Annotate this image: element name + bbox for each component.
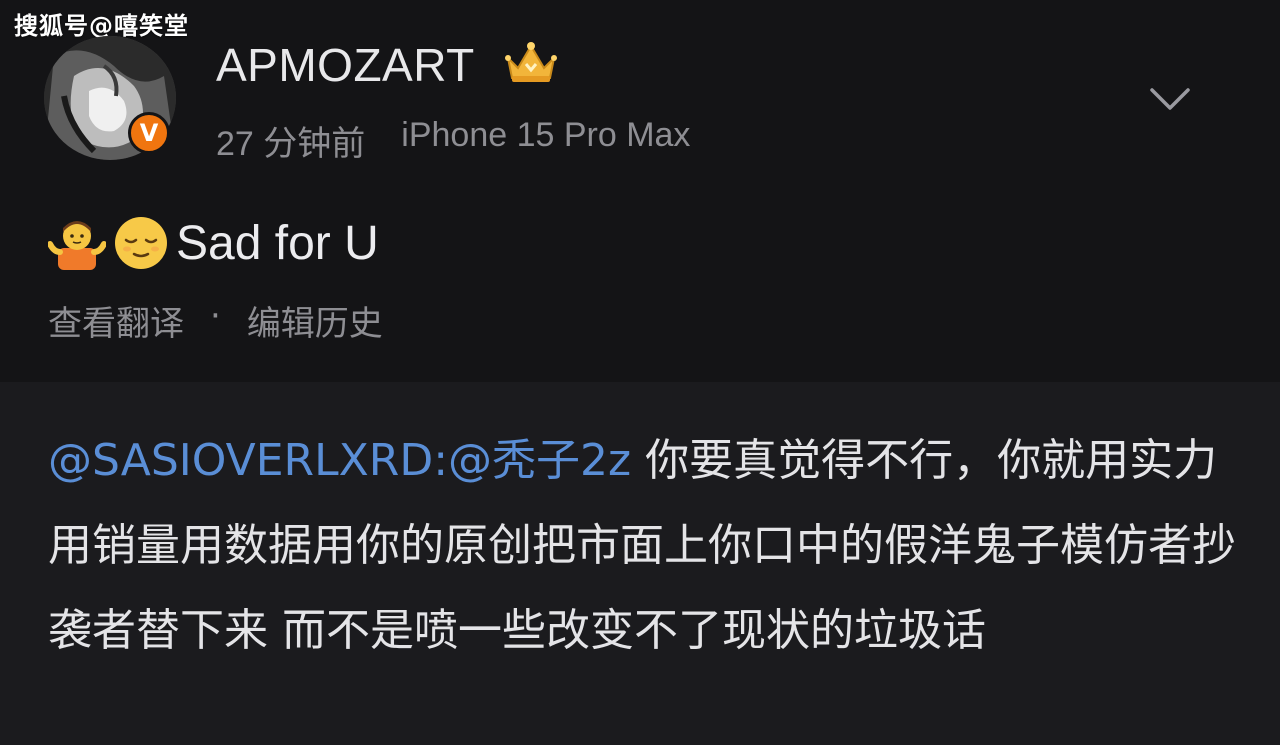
chevron-down-icon[interactable] [1146,82,1194,118]
translate-link[interactable]: 查看翻译 [48,296,184,345]
post-device: iPhone 15 Pro Max [401,116,691,154]
mention-link-sasioverlxrd[interactable]: @SASIOVERLXRD [48,435,433,486]
post-content: Sad for U [48,214,379,272]
relieved-face-emoji [112,214,170,272]
post-actions: 查看翻译 · 编辑历史 [48,296,383,345]
crown-badge-icon [505,42,557,82]
edit-history-link[interactable]: 编辑历史 [247,296,383,345]
username[interactable]: APMOZART [216,38,475,92]
person-shrugging-emoji [48,214,106,272]
post-meta: 27 分钟前 iPhone 15 Pro Max [216,116,690,165]
post-time: 27 分钟前 [216,125,366,163]
mention-colon: : [433,435,449,486]
post-text: Sad for U [176,216,379,270]
reply-text: @SASIOVERLXRD:@秃子2z 你要真觉得不行，你就用实力用销量用数据用… [48,418,1238,673]
verified-badge-icon: V [128,112,170,154]
separator-dot: · [210,296,221,336]
mention-link-tuzi2z[interactable]: @秃子2z [448,435,631,486]
